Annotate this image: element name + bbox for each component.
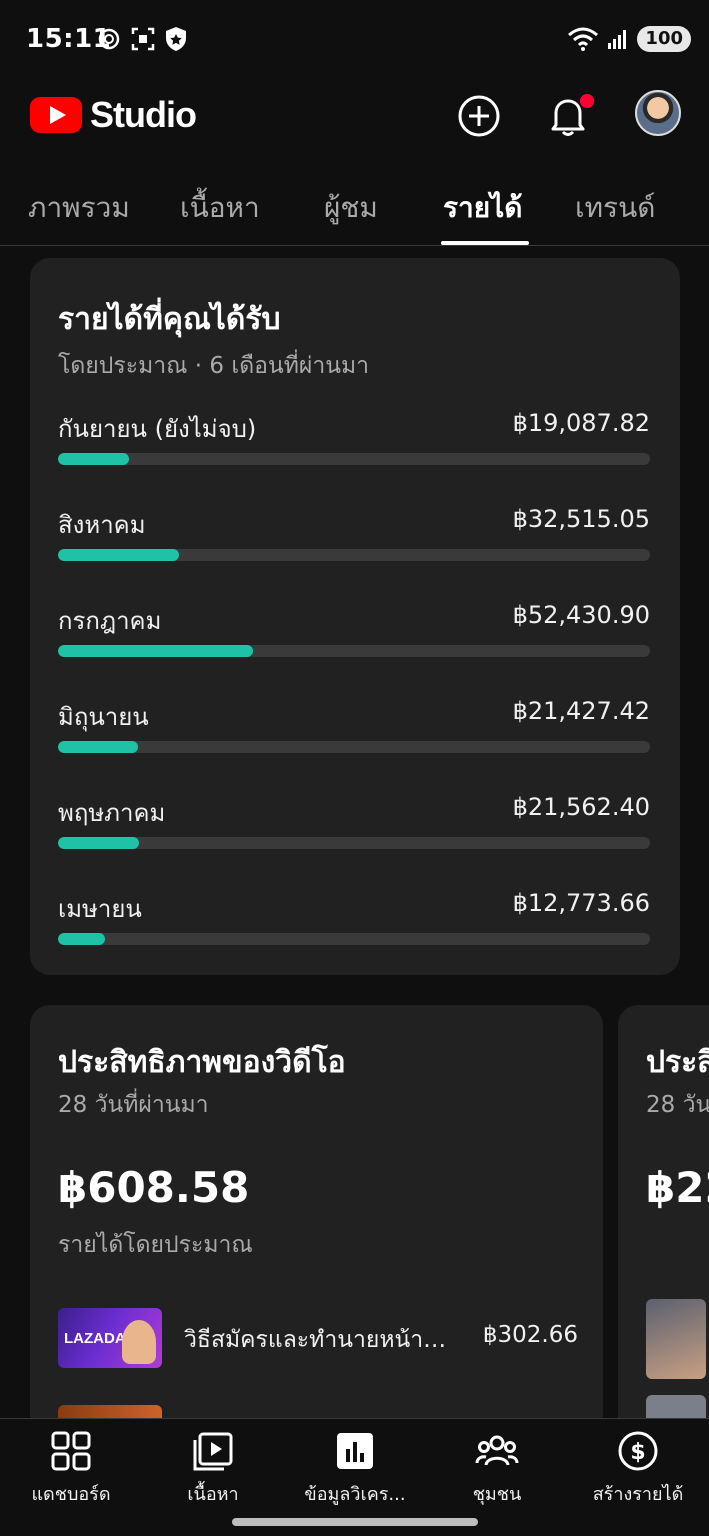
avatar[interactable]	[635, 90, 681, 136]
revenue-bar-track	[58, 741, 650, 753]
revenue-amount: ฿52,430.90	[512, 601, 650, 629]
revenue-card[interactable]: รายได้ที่คุณได้รับ โดยประมาณ · 6 เดือนที…	[30, 258, 680, 975]
analytics-icon	[337, 1433, 373, 1469]
signal-icon	[608, 30, 627, 49]
peek-card-title: ประสิ	[646, 1045, 709, 1080]
revenue-row: มิถุนายน ฿21,427.42	[58, 697, 650, 769]
content-icon	[193, 1432, 233, 1471]
notifications-button[interactable]	[544, 92, 594, 140]
revenue-bar-track	[58, 453, 650, 465]
revenue-bar-fill	[58, 645, 254, 657]
nav-community[interactable]: ชุมชน	[426, 1429, 568, 1519]
video-card-subtitle: 28 วันที่ผ่านมา	[58, 1092, 209, 1118]
nav-content[interactable]: เนื้อหา	[142, 1429, 284, 1519]
status-bar: 15:11 100	[0, 0, 709, 80]
tab-bar: ภาพรวม เนื้อหา ผู้ชม รายได้ เทรนด์	[0, 170, 709, 246]
revenue-amount: ฿19,087.82	[512, 409, 650, 437]
nav-label: ชุมชน	[472, 1484, 522, 1505]
revenue-bar-track	[58, 645, 650, 657]
battery-indicator: 100	[637, 26, 691, 52]
active-tab-indicator	[441, 241, 529, 245]
revenue-bar-fill	[58, 549, 180, 561]
create-button[interactable]	[455, 92, 503, 140]
nav-analytics[interactable]: ข้อมูลวิเคร...	[284, 1429, 426, 1519]
revenue-row: เมษายน ฿12,773.66	[58, 889, 650, 961]
home-indicator[interactable]	[232, 1518, 478, 1526]
peek-card-value: ฿22	[646, 1163, 709, 1212]
video-amount: ฿302.66	[482, 1322, 578, 1348]
wifi-icon	[568, 27, 599, 51]
notification-badge	[580, 94, 594, 108]
tab-overview[interactable]: ภาพรวม	[28, 186, 130, 230]
dashboard-icon	[51, 1431, 91, 1471]
nav-label: สร้างรายได้	[592, 1484, 684, 1505]
revenue-month: เมษายน	[58, 895, 142, 923]
revenue-row: กรกฎาคม ฿52,430.90	[58, 601, 650, 673]
status-icons-left	[96, 26, 188, 52]
revenue-row: กันยายน (ยังไม่จบ) ฿19,087.82	[58, 409, 650, 481]
peek-card-subtitle: 28 วัน	[646, 1092, 709, 1118]
revenue-bar-fill	[58, 453, 130, 465]
revenue-bar-fill	[58, 933, 106, 945]
shield-icon	[166, 27, 186, 51]
openai-icon	[98, 28, 120, 50]
revenue-month: มิถุนายน	[58, 703, 149, 731]
revenue-month: พฤษภาคม	[58, 799, 166, 827]
revenue-amount: ฿21,427.42	[512, 697, 650, 725]
revenue-row: สิงหาคม ฿32,515.05	[58, 505, 650, 577]
video-thumbnail	[646, 1299, 706, 1379]
nav-label: เนื้อหา	[187, 1484, 239, 1505]
community-icon	[475, 1435, 519, 1466]
tab-audience[interactable]: ผู้ชม	[324, 186, 378, 230]
revenue-amount: ฿21,562.40	[512, 793, 650, 821]
revenue-bar-track	[58, 837, 650, 849]
youtube-play-icon	[30, 97, 82, 133]
revenue-month: กรกฎาคม	[58, 607, 162, 635]
nav-earn[interactable]: $ สร้างรายได้	[567, 1429, 709, 1519]
video-card-value-label: รายได้โดยประมาณ	[58, 1232, 253, 1258]
revenue-month: กันยายน (ยังไม่จบ)	[58, 415, 257, 443]
earn-icon: $	[618, 1431, 658, 1471]
nav-label: ข้อมูลวิเคร...	[304, 1484, 406, 1505]
revenue-card-subtitle: โดยประมาณ · 6 เดือนที่ผ่านมา	[58, 353, 370, 379]
revenue-row: พฤษภาคม ฿21,562.40	[58, 793, 650, 865]
svg-text:$: $	[630, 1440, 645, 1465]
tab-revenue[interactable]: รายได้	[443, 186, 522, 230]
video-card-title: ประสิทธิภาพของวิดีโอ	[58, 1045, 346, 1080]
studio-logo[interactable]: Studio	[30, 94, 197, 136]
video-title: วิธีสมัครและทำนายหน้าที่...	[184, 1327, 454, 1353]
revenue-bar-track	[58, 933, 650, 945]
revenue-amount: ฿32,515.05	[512, 505, 650, 533]
revenue-month: สิงหาคม	[58, 511, 146, 539]
screenshot-icon	[131, 27, 155, 51]
revenue-amount: ฿12,773.66	[512, 889, 650, 917]
thumbnail-person	[122, 1320, 156, 1364]
tab-trends[interactable]: เทรนด์	[575, 186, 655, 230]
nav-dashboard[interactable]: แดชบอร์ด	[0, 1429, 142, 1519]
video-card-value: ฿608.58	[58, 1163, 250, 1212]
app-header: Studio	[0, 80, 709, 152]
revenue-bar-track	[58, 549, 650, 561]
video-list-item[interactable]: LAZADA วิธีสมัครและทำนายหน้าที่... ฿302.…	[58, 1308, 578, 1370]
tab-content[interactable]: เนื้อหา	[180, 186, 260, 230]
revenue-bar-fill	[58, 837, 140, 849]
video-thumbnail: LAZADA	[58, 1308, 162, 1368]
revenue-bar-fill	[58, 741, 138, 753]
logo-text: Studio	[90, 94, 197, 135]
thumbnail-text: LAZADA	[64, 1330, 126, 1347]
nav-label: แดชบอร์ด	[31, 1484, 111, 1505]
revenue-card-title: รายได้ที่คุณได้รับ	[58, 302, 281, 337]
status-icons-right: 100	[567, 26, 691, 52]
